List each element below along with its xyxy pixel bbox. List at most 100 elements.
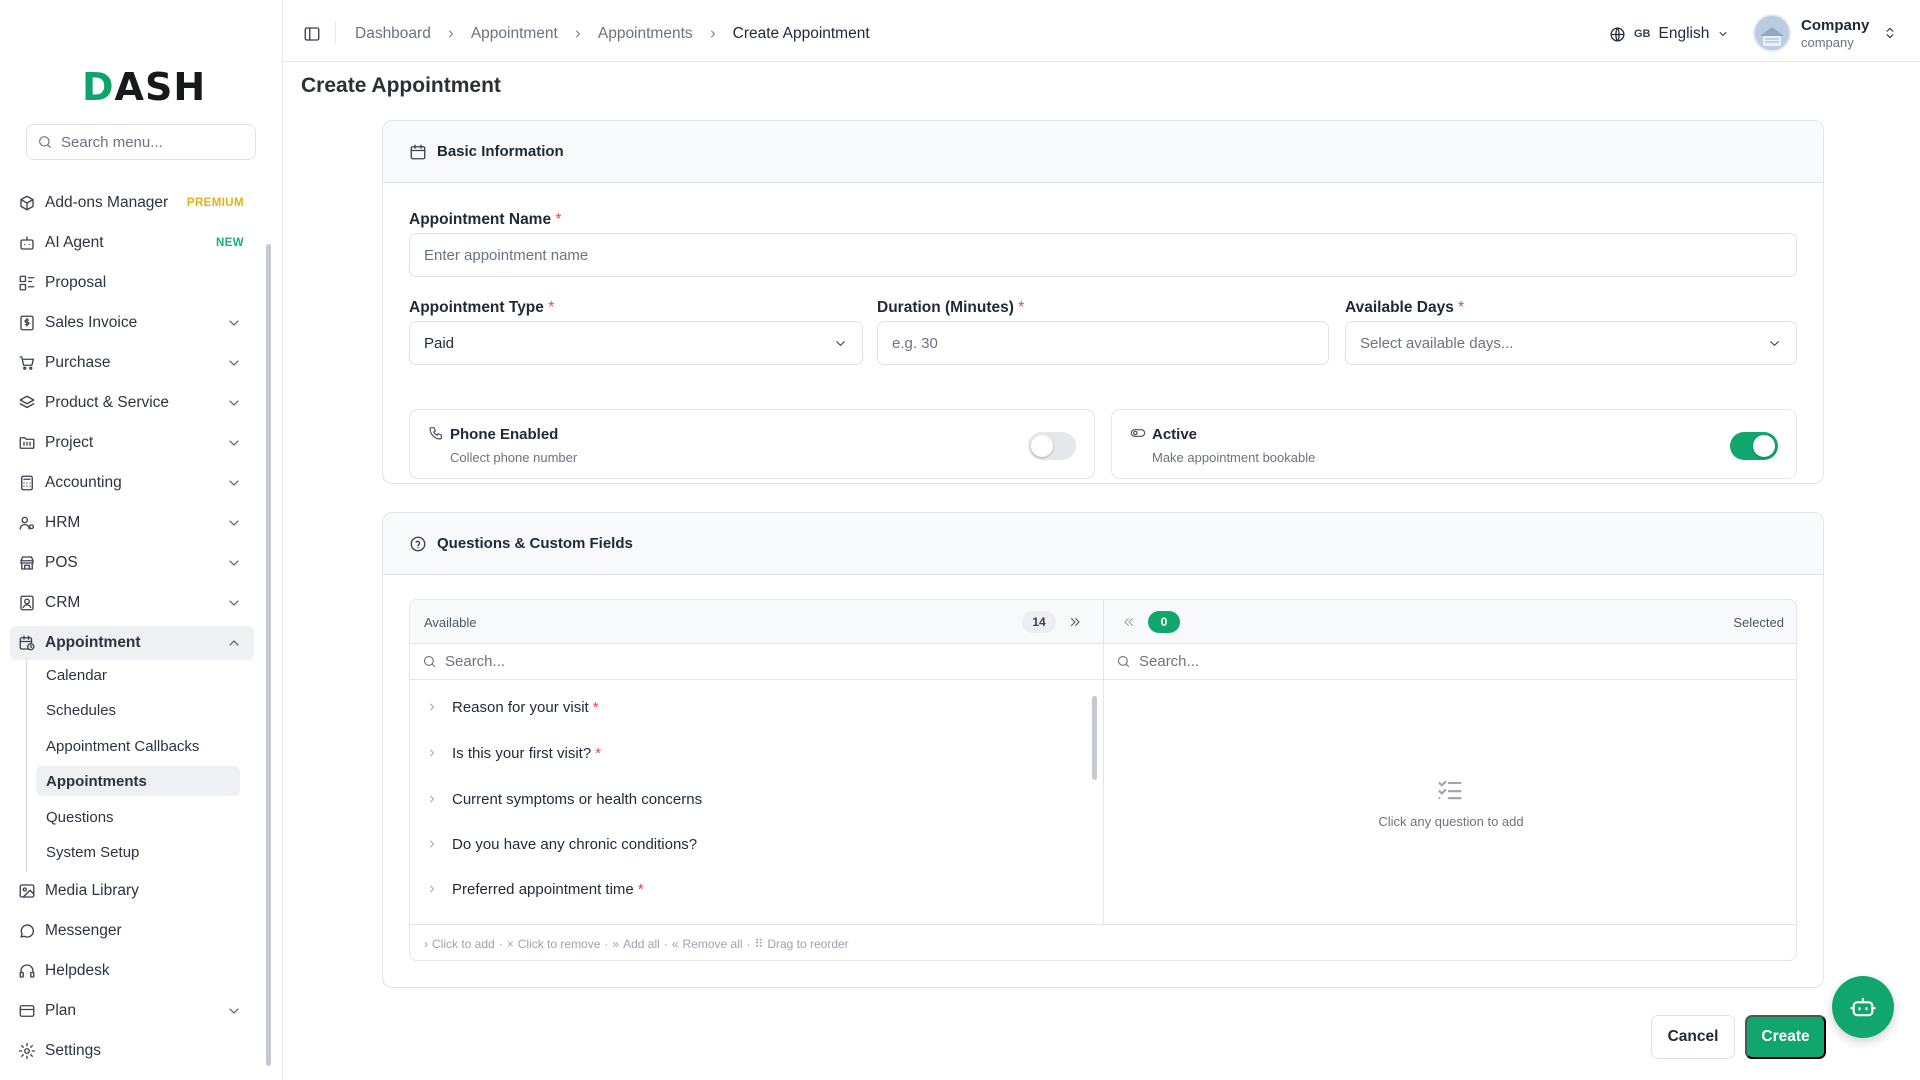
available-search-input[interactable]: Search...: [410, 644, 1103, 680]
chevron-down-icon: [1770, 341, 1779, 346]
add-all-icon[interactable]: [1068, 615, 1082, 629]
sidebar-item-purchase[interactable]: Purchase: [10, 346, 254, 380]
sidebar-item-crm[interactable]: CRM: [10, 586, 254, 620]
sidebar-subitem-questions[interactable]: Questions: [36, 802, 240, 832]
sidebar-item-hrm[interactable]: HRM: [10, 506, 254, 540]
language-selector[interactable]: GB English: [1609, 25, 1729, 43]
breadcrumb-appointment[interactable]: Appointment: [471, 25, 558, 43]
chevron-down-icon: [1719, 32, 1727, 36]
language-label: English: [1658, 25, 1710, 42]
chevron-right-icon: [575, 30, 580, 38]
sidebar-item-ai-agent[interactable]: AI Agent NEW: [10, 226, 254, 260]
question-item[interactable]: Reason for your visit *: [426, 692, 599, 722]
sidebar-item-plan[interactable]: Plan: [10, 994, 254, 1028]
available-label: Available: [424, 615, 477, 630]
active-toggle[interactable]: [1730, 432, 1778, 460]
sidebar-item-proposal[interactable]: Proposal: [10, 266, 254, 300]
active-desc: Make appointment bookable: [1152, 450, 1316, 465]
grip-icon: ⠿: [754, 936, 764, 951]
gear-icon: [18, 1042, 36, 1060]
close-icon: ×: [506, 936, 514, 951]
chevron-down-icon[interactable]: [226, 355, 242, 371]
top-bar: Dashboard Appointment Appointments Creat…: [283, 0, 1920, 62]
avatar: [1753, 14, 1791, 52]
ai-assistant-button[interactable]: [1832, 976, 1894, 1038]
chevron-down-icon[interactable]: [226, 1003, 242, 1019]
available-days-label: Available Days *: [1345, 299, 1465, 316]
calculator-icon: [21, 475, 33, 491]
help-circle-icon: [410, 536, 426, 551]
sidebar-item-project[interactable]: Project: [10, 426, 254, 460]
phone-icon: [429, 427, 442, 440]
chat-icon: [20, 924, 34, 938]
remove-all-icon[interactable]: [1122, 615, 1136, 629]
available-list-scrollbar[interactable]: [1092, 696, 1097, 780]
breadcrumb-current: Create Appointment: [732, 25, 870, 42]
sidebar-item-pos[interactable]: POS: [10, 546, 254, 580]
users-icon: [19, 516, 35, 530]
question-item[interactable]: Preferred appointment time *: [426, 874, 644, 904]
phone-enabled-card: Phone Enabled Collect phone number: [409, 409, 1095, 479]
bot-icon: [20, 236, 34, 250]
sidebar-subitem-appointments[interactable]: Appointments: [36, 766, 240, 796]
sidebar-toggle-icon[interactable]: [303, 25, 321, 43]
question-item[interactable]: Is this your first visit? *: [426, 738, 601, 768]
user-name: Company: [1801, 16, 1870, 34]
chevron-down-icon[interactable]: [226, 515, 242, 531]
premium-badge: PREMIUM: [186, 197, 244, 209]
sidebar-item-appointment[interactable]: Appointment: [10, 626, 254, 660]
layers-icon: [19, 395, 35, 409]
sidebar-item-product-service[interactable]: Product & Service: [10, 386, 254, 420]
chevron-up-icon[interactable]: [226, 635, 242, 651]
breadcrumb: Dashboard Appointment Appointments Creat…: [355, 25, 870, 43]
chevron-down-icon[interactable]: [226, 475, 242, 491]
sidebar-subitem-calendar[interactable]: Calendar: [36, 660, 240, 690]
active-title: Active: [1152, 426, 1198, 443]
image-icon: [19, 884, 35, 898]
required-mark: *: [595, 744, 602, 762]
chevron-down-icon[interactable]: [226, 555, 242, 571]
selected-search-input[interactable]: Search...: [1104, 644, 1796, 680]
sidebar-item-media-library[interactable]: Media Library: [10, 874, 254, 908]
phone-enabled-desc: Collect phone number: [450, 450, 578, 465]
chevron-down-icon[interactable]: [226, 595, 242, 611]
user-role: company: [1801, 34, 1854, 50]
sidebar-subitem-schedules[interactable]: Schedules: [36, 695, 240, 725]
cancel-button[interactable]: Cancel: [1651, 1015, 1735, 1059]
list-checks-icon: [1438, 780, 1462, 800]
duration-input[interactable]: e.g. 30: [877, 321, 1329, 365]
sidebar-item-helpdesk[interactable]: Helpdesk: [10, 954, 254, 988]
calendar-icon: [410, 144, 426, 159]
sidebar-item-accounting[interactable]: Accounting: [10, 466, 254, 500]
create-button[interactable]: Create: [1745, 1015, 1826, 1059]
dash-logo[interactable]: D ASH: [82, 65, 206, 109]
chevron-down-icon[interactable]: [226, 395, 242, 411]
available-days-select[interactable]: Select available days...: [1345, 321, 1797, 365]
basic-information-card: Basic Information Appointment Name * Ent…: [382, 120, 1824, 484]
chevron-down-icon[interactable]: [226, 315, 242, 331]
empty-state-text: Click any question to add: [1378, 814, 1524, 829]
user-menu[interactable]: Company company: [1753, 14, 1897, 52]
chevron-right-icon: [448, 30, 453, 38]
search-icon: [423, 655, 436, 668]
selected-list: 0 Selected Search... Click any question …: [1104, 600, 1796, 924]
chevrons-right-icon: »: [612, 936, 620, 951]
sidebar-item-sales-invoice[interactable]: Sales Invoice: [10, 306, 254, 340]
sidebar-item-addons-manager[interactable]: Add-ons Manager PREMIUM: [10, 186, 254, 220]
sidebar-scrollbar[interactable]: [266, 244, 271, 1066]
breadcrumb-appointments[interactable]: Appointments: [598, 25, 693, 43]
sidebar-subitem-appointment-callbacks[interactable]: Appointment Callbacks: [36, 731, 240, 761]
appointment-type-select[interactable]: Paid: [409, 321, 863, 365]
sidebar-item-settings[interactable]: Settings: [10, 1034, 254, 1068]
question-item[interactable]: Do you have any chronic conditions?: [426, 829, 697, 859]
duration-label: Duration (Minutes) *: [877, 299, 1025, 316]
chevron-down-icon[interactable]: [226, 435, 242, 451]
question-item[interactable]: Current symptoms or health concerns: [426, 784, 702, 814]
appointment-name-input[interactable]: Enter appointment name: [409, 233, 1797, 277]
sidebar-item-messenger[interactable]: Messenger: [10, 914, 254, 948]
phone-enabled-toggle[interactable]: [1028, 432, 1076, 460]
sidebar-search-input[interactable]: Search menu...: [26, 124, 256, 160]
picker-hints: › Click to add · × Click to remove · » Add …: [410, 924, 1796, 960]
sidebar-subitem-system-setup[interactable]: System Setup: [36, 837, 240, 867]
breadcrumb-dashboard[interactable]: Dashboard: [355, 25, 431, 43]
